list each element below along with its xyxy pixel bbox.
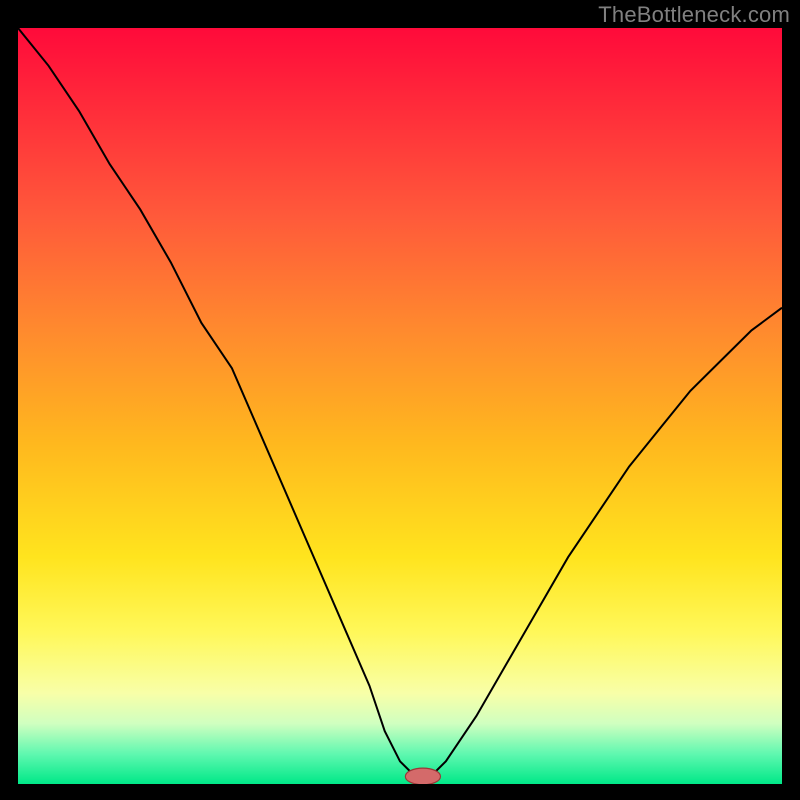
chart-frame: TheBottleneck.com xyxy=(0,0,800,800)
plot-area xyxy=(18,28,782,784)
chart-svg xyxy=(18,28,782,784)
gradient-rect xyxy=(18,28,782,784)
optimum-marker xyxy=(405,768,440,784)
watermark-text: TheBottleneck.com xyxy=(598,2,790,28)
